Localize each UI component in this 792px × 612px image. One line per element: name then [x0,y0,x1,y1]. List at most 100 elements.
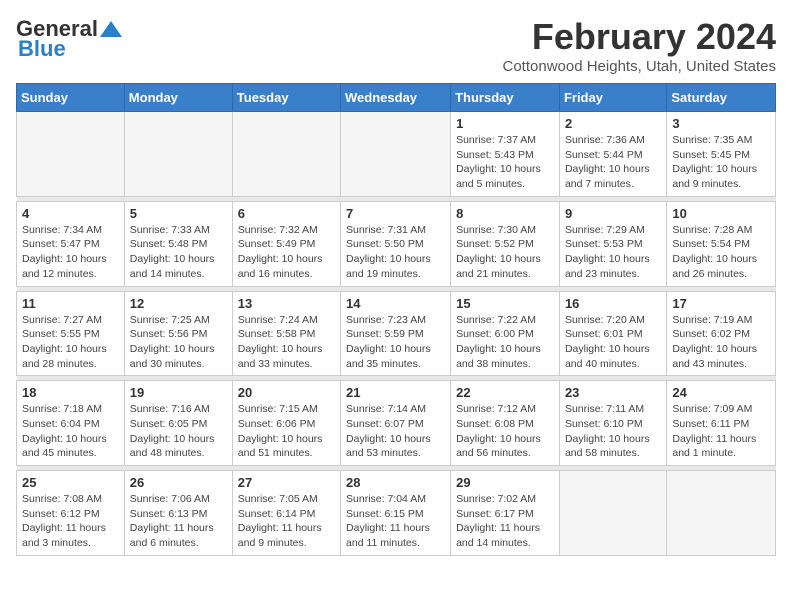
day-info: Sunrise: 7:31 AMSunset: 5:50 PMDaylight:… [346,223,445,282]
calendar-cell [17,112,125,197]
day-number: 21 [346,385,445,400]
calendar-cell: 1 Sunrise: 7:37 AMSunset: 5:43 PMDaylight… [451,112,560,197]
day-number: 19 [130,385,227,400]
day-info: Sunrise: 7:35 AMSunset: 5:45 PMDaylight:… [672,133,770,192]
calendar-title-area: February 2024 Cottonwood Heights, Utah, … [503,16,777,75]
calendar-cell: 8Sunrise: 7:30 AMSunset: 5:52 PMDaylight… [451,201,560,286]
day-number: 2 [565,116,661,131]
day-number: 26 [130,475,227,490]
calendar-cell: 20 Sunrise: 7:15 AMSunset: 6:06 PMDayligh… [232,381,340,466]
calendar-cell: 10 Sunrise: 7:28 AMSunset: 5:54 PMDayligh… [667,201,776,286]
weekday-header-cell: Saturday [667,84,776,112]
calendar-subtitle: Cottonwood Heights, Utah, United States [503,58,777,75]
day-number: 28 [346,475,445,490]
calendar-cell [667,471,776,556]
day-number: 5 [130,206,227,221]
day-number: 1 [456,116,554,131]
calendar-week-row: 18 Sunrise: 7:18 AMSunset: 6:04 PMDayligh… [17,381,776,466]
calendar-cell: 7 Sunrise: 7:31 AMSunset: 5:50 PMDaylight… [341,201,451,286]
day-number: 29 [456,475,554,490]
calendar-cell: 5 Sunrise: 7:33 AMSunset: 5:48 PMDaylight… [124,201,232,286]
calendar-week-row: 4Sunrise: 7:34 AMSunset: 5:47 PMDaylight… [17,201,776,286]
calendar-cell: 4Sunrise: 7:34 AMSunset: 5:47 PMDaylight… [17,201,125,286]
logo-bird-icon [100,19,122,39]
page-header: General Blue February 2024 Cottonwood He… [16,16,776,75]
day-number: 24 [672,385,770,400]
day-number: 20 [238,385,335,400]
weekday-header-cell: Tuesday [232,84,340,112]
day-number: 17 [672,296,770,311]
calendar-cell [124,112,232,197]
day-info: Sunrise: 7:33 AMSunset: 5:48 PMDaylight:… [130,223,227,282]
day-number: 3 [672,116,770,131]
day-info: Sunrise: 7:09 AMSunset: 6:11 PMDaylight:… [672,402,770,461]
day-info: Sunrise: 7:12 AMSunset: 6:08 PMDaylight:… [456,402,554,461]
day-info: Sunrise: 7:36 AMSunset: 5:44 PMDaylight:… [565,133,661,192]
day-number: 25 [22,475,119,490]
calendar-cell: 9 Sunrise: 7:29 AMSunset: 5:53 PMDaylight… [559,201,666,286]
day-number: 18 [22,385,119,400]
calendar-cell: 25 Sunrise: 7:08 AMSunset: 6:12 PMDayligh… [17,471,125,556]
calendar-cell: 15Sunrise: 7:22 AMSunset: 6:00 PMDayligh… [451,291,560,376]
day-info: Sunrise: 7:08 AMSunset: 6:12 PMDaylight:… [22,492,119,551]
logo-blue: Blue [18,36,66,62]
day-number: 8 [456,206,554,221]
weekday-header-cell: Friday [559,84,666,112]
calendar-title: February 2024 [503,16,777,58]
calendar-cell: 23Sunrise: 7:11 AMSunset: 6:10 PMDayligh… [559,381,666,466]
day-number: 22 [456,385,554,400]
calendar-cell: 3 Sunrise: 7:35 AMSunset: 5:45 PMDaylight… [667,112,776,197]
calendar-cell: 28 Sunrise: 7:04 AMSunset: 6:15 PMDayligh… [341,471,451,556]
calendar-cell: 17 Sunrise: 7:19 AMSunset: 6:02 PMDayligh… [667,291,776,376]
day-info: Sunrise: 7:15 AMSunset: 6:06 PMDaylight:… [238,402,335,461]
day-info: Sunrise: 7:16 AMSunset: 6:05 PMDaylight:… [130,402,227,461]
day-info: Sunrise: 7:11 AMSunset: 6:10 PMDaylight:… [565,402,661,461]
calendar-week-row: 11 Sunrise: 7:27 AMSunset: 5:55 PMDayligh… [17,291,776,376]
logo: General Blue [16,16,122,62]
weekday-header-cell: Sunday [17,84,125,112]
day-info: Sunrise: 7:25 AMSunset: 5:56 PMDaylight:… [130,313,227,372]
weekday-header-cell: Wednesday [341,84,451,112]
day-info: Sunrise: 7:04 AMSunset: 6:15 PMDaylight:… [346,492,445,551]
day-info: Sunrise: 7:19 AMSunset: 6:02 PMDaylight:… [672,313,770,372]
day-info: Sunrise: 7:28 AMSunset: 5:54 PMDaylight:… [672,223,770,282]
calendar-cell: 11 Sunrise: 7:27 AMSunset: 5:55 PMDayligh… [17,291,125,376]
calendar-cell: 2 Sunrise: 7:36 AMSunset: 5:44 PMDaylight… [559,112,666,197]
calendar-table: SundayMondayTuesdayWednesdayThursdayFrid… [16,83,776,556]
day-number: 14 [346,296,445,311]
calendar-cell: 21 Sunrise: 7:14 AMSunset: 6:07 PMDayligh… [341,381,451,466]
calendar-week-row: 25 Sunrise: 7:08 AMSunset: 6:12 PMDayligh… [17,471,776,556]
day-info: Sunrise: 7:37 AMSunset: 5:43 PMDaylight:… [456,133,554,192]
calendar-week-row: 1 Sunrise: 7:37 AMSunset: 5:43 PMDaylight… [17,112,776,197]
day-info: Sunrise: 7:27 AMSunset: 5:55 PMDaylight:… [22,313,119,372]
calendar-cell: 22 Sunrise: 7:12 AMSunset: 6:08 PMDayligh… [451,381,560,466]
calendar-cell: 27Sunrise: 7:05 AMSunset: 6:14 PMDayligh… [232,471,340,556]
calendar-cell: 16Sunrise: 7:20 AMSunset: 6:01 PMDayligh… [559,291,666,376]
calendar-body: 1 Sunrise: 7:37 AMSunset: 5:43 PMDaylight… [17,112,776,556]
day-number: 13 [238,296,335,311]
calendar-cell: 18 Sunrise: 7:18 AMSunset: 6:04 PMDayligh… [17,381,125,466]
calendar-cell: 29Sunrise: 7:02 AMSunset: 6:17 PMDayligh… [451,471,560,556]
calendar-cell: 14 Sunrise: 7:23 AMSunset: 5:59 PMDayligh… [341,291,451,376]
day-info: Sunrise: 7:32 AMSunset: 5:49 PMDaylight:… [238,223,335,282]
day-info: Sunrise: 7:24 AMSunset: 5:58 PMDaylight:… [238,313,335,372]
day-info: Sunrise: 7:22 AMSunset: 6:00 PMDaylight:… [456,313,554,372]
day-info: Sunrise: 7:34 AMSunset: 5:47 PMDaylight:… [22,223,119,282]
day-info: Sunrise: 7:14 AMSunset: 6:07 PMDaylight:… [346,402,445,461]
day-number: 27 [238,475,335,490]
day-number: 7 [346,206,445,221]
day-number: 11 [22,296,119,311]
calendar-cell [232,112,340,197]
calendar-cell: 12Sunrise: 7:25 AMSunset: 5:56 PMDayligh… [124,291,232,376]
day-info: Sunrise: 7:23 AMSunset: 5:59 PMDaylight:… [346,313,445,372]
weekday-header-row: SundayMondayTuesdayWednesdayThursdayFrid… [17,84,776,112]
calendar-cell: 19 Sunrise: 7:16 AMSunset: 6:05 PMDayligh… [124,381,232,466]
day-number: 9 [565,206,661,221]
day-info: Sunrise: 7:29 AMSunset: 5:53 PMDaylight:… [565,223,661,282]
day-number: 10 [672,206,770,221]
calendar-cell [341,112,451,197]
day-number: 6 [238,206,335,221]
day-info: Sunrise: 7:06 AMSunset: 6:13 PMDaylight:… [130,492,227,551]
day-info: Sunrise: 7:18 AMSunset: 6:04 PMDaylight:… [22,402,119,461]
calendar-cell: 13 Sunrise: 7:24 AMSunset: 5:58 PMDayligh… [232,291,340,376]
